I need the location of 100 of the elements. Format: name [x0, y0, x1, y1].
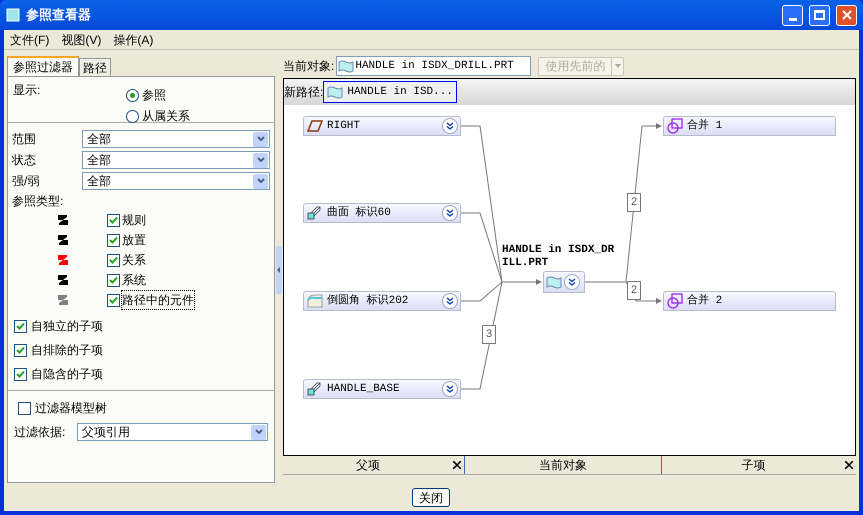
tab[interactable]: 参照过滤器 — [7, 56, 79, 76]
check-icon — [16, 346, 25, 354]
expand-button[interactable] — [442, 118, 458, 134]
double-chevron-icon — [446, 209, 454, 217]
graph-node[interactable]: 曲面 标识60 — [303, 203, 461, 223]
expand-button[interactable] — [442, 293, 458, 309]
expand-button[interactable] — [442, 205, 458, 221]
graph-node[interactable]: 合并 2 — [663, 291, 836, 311]
graph-node[interactable]: HANDLE_BASE — [303, 379, 461, 399]
checkbox-label: 自隐含的子项 — [31, 366, 103, 383]
surface-icon — [307, 382, 323, 396]
caret-icon — [614, 64, 621, 68]
count-badge: 2 — [627, 193, 641, 212]
round-icon — [307, 294, 323, 308]
checkbox[interactable] — [107, 214, 120, 226]
connector-arrow — [642, 123, 662, 129]
collapse-handle[interactable] — [276, 246, 282, 294]
current-object-field[interactable]: HANDLE in ISDX_DRILL.PRT — [336, 56, 532, 76]
node-label: 合并 2 — [687, 292, 724, 309]
dropdown[interactable]: 父项引用 — [77, 423, 268, 441]
current-object-label: 当前对象: — [283, 58, 334, 75]
center-node-label: HANDLE in ISDX_DRILL.PRT — [502, 244, 616, 270]
node-label: RIGHT — [327, 118, 362, 134]
dropdown-arrow-button[interactable] — [253, 132, 268, 146]
display-label: 显示: — [13, 82, 42, 99]
new-path-label: 新路径: — [284, 84, 324, 101]
close-button[interactable]: 关闭 — [412, 488, 450, 506]
double-chevron-icon — [446, 297, 454, 305]
checkbox-label: 关系 — [122, 252, 146, 269]
checkbox[interactable] — [18, 402, 31, 414]
minimize-button[interactable] — [782, 4, 803, 26]
part-icon — [327, 85, 344, 99]
chevron-icon — [256, 157, 264, 163]
check-icon — [16, 322, 25, 330]
checkbox-label: 系统 — [122, 272, 146, 289]
radio-button[interactable] — [126, 88, 139, 102]
path-chip[interactable]: HANDLE in ISD... — [323, 81, 457, 103]
count-badge: 2 — [627, 281, 641, 300]
check-icon — [109, 296, 118, 304]
part-icon — [338, 59, 354, 73]
node-label: 曲面 标识60 — [327, 205, 392, 221]
dropdown[interactable]: 全部 — [82, 130, 270, 148]
check-icon — [109, 216, 118, 224]
menu-item[interactable]: 文件(F) — [10, 30, 50, 48]
radio-label: 从属关系 — [142, 108, 190, 125]
graph-node[interactable]: 合并 1 — [663, 116, 836, 136]
radio-label: 参照 — [142, 87, 166, 104]
close-button[interactable] — [836, 4, 857, 26]
close-icon[interactable] — [845, 461, 853, 469]
chevron-icon — [256, 178, 264, 184]
dropdown[interactable]: 全部 — [82, 151, 270, 169]
double-chevron-icon — [568, 278, 576, 286]
check-icon — [109, 236, 118, 244]
close-icon[interactable] — [453, 461, 461, 469]
expand-button[interactable] — [564, 274, 580, 290]
dropdown[interactable]: 全部 — [82, 172, 270, 190]
connector-arrow — [636, 298, 662, 304]
menu-item[interactable]: 视图(V) — [61, 30, 102, 48]
window-title: 参照查看器 — [26, 6, 92, 24]
check-icon — [109, 256, 118, 264]
filter-label: 范围 — [12, 131, 36, 148]
column-header: 父项 — [283, 456, 465, 474]
checkbox[interactable] — [107, 234, 120, 246]
graph-node[interactable]: 倒圆角 标识202 — [303, 291, 461, 311]
node-label: 合并 1 — [687, 118, 724, 134]
check-icon — [16, 370, 25, 378]
chevron-icon — [256, 136, 264, 142]
connector-arrow — [502, 279, 542, 285]
check-icon — [109, 276, 118, 284]
dropdown-arrow-button[interactable] — [251, 424, 266, 440]
menu-item[interactable]: 操作(A) — [113, 30, 154, 48]
filter-label: 状态 — [12, 152, 36, 169]
tab[interactable]: 路径 — [79, 58, 111, 76]
part-icon — [546, 275, 562, 289]
close-icon — [842, 10, 852, 20]
maximize-button[interactable] — [809, 4, 830, 26]
graph-node[interactable]: RIGHT — [303, 116, 461, 136]
checkbox[interactable] — [107, 254, 120, 266]
merge-icon — [667, 118, 683, 134]
center-node[interactable] — [543, 271, 585, 293]
checkbox[interactable] — [14, 344, 27, 356]
dropdown-arrow-button[interactable] — [253, 152, 268, 168]
checkbox[interactable] — [14, 320, 27, 332]
radio-button[interactable] — [126, 110, 139, 122]
merge-icon — [667, 293, 683, 309]
checkbox[interactable] — [107, 274, 120, 286]
chevron-icon — [254, 429, 262, 435]
checkbox[interactable] — [107, 294, 120, 306]
checkbox-label: 路径中的元件 — [122, 291, 194, 309]
checkbox-label: 自独立的子项 — [31, 318, 103, 335]
arrow-icon — [277, 266, 281, 272]
double-chevron-icon — [446, 385, 454, 393]
checkbox-label: 过滤器模型树 — [35, 400, 107, 417]
checkbox-label: 规则 — [122, 212, 146, 229]
checkbox[interactable] — [14, 368, 27, 380]
expand-button[interactable] — [442, 381, 458, 397]
dropdown-arrow-button[interactable] — [253, 174, 268, 188]
section-label: 参照类型: — [11, 193, 64, 210]
plane-icon — [307, 120, 323, 132]
filter-label: 强/弱 — [12, 173, 40, 190]
